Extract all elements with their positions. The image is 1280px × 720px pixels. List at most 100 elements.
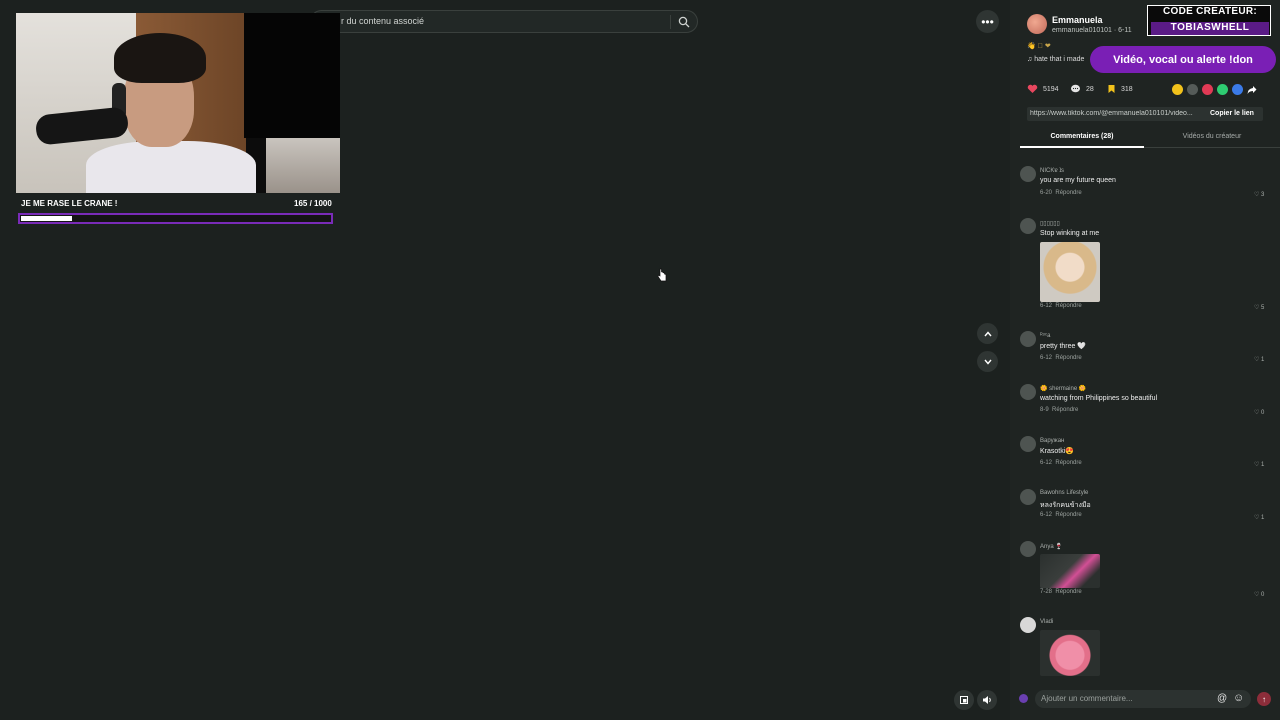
save-count: 318 [1121, 85, 1133, 93]
comment-avatar[interactable] [1020, 617, 1036, 633]
comment-like[interactable]: ♡ 1 [1254, 461, 1264, 468]
search-input[interactable]: r du contenu associé [341, 16, 424, 26]
comment-like[interactable]: ♡ 5 [1254, 304, 1264, 311]
chevron-up-icon [983, 330, 992, 336]
comment-like[interactable]: ♡ 1 [1254, 356, 1264, 363]
comment-username[interactable]: 🌼 shermaine 🌼 [1040, 385, 1086, 392]
comment-meta: 6-20 Répondre [1040, 190, 1082, 196]
previous-video-button[interactable] [977, 323, 998, 344]
comment-sticker-image[interactable] [1040, 242, 1100, 302]
comment-like-count: 0 [1261, 592, 1265, 598]
caption-emojis: 👋 🏻 ❤ [1027, 43, 1051, 50]
comment-username[interactable]: Vladi [1040, 619, 1053, 625]
coin-share-icon[interactable] [1172, 84, 1183, 95]
picture-in-picture-button[interactable] [954, 690, 974, 710]
panel-tabs: Commentaires (28) Vidéos du créateur [1020, 128, 1280, 148]
comment-like-count: 0 [1261, 410, 1265, 416]
video-link-box: https://www.tiktok.com/@emmanuela010101/… [1027, 107, 1263, 121]
reply-button[interactable]: Répondre [1055, 512, 1081, 518]
comment-like-count: 5 [1261, 305, 1265, 311]
screen: r du contenu associé ••• JE ME RASE LE C… [0, 0, 1280, 720]
reply-button[interactable]: Répondre [1055, 460, 1081, 466]
comment-avatar[interactable] [1020, 166, 1036, 182]
reply-button[interactable]: Répondre [1055, 589, 1081, 595]
author-handle: emmanuela010101 · 6-11 [1052, 27, 1132, 34]
volume-button[interactable] [977, 690, 997, 710]
mention-icon[interactable]: @ [1217, 693, 1227, 704]
send-icon[interactable] [1202, 84, 1213, 95]
comment-date: 6-12 [1040, 355, 1053, 361]
comment-username[interactable]: Anya 🍷 [1040, 543, 1063, 550]
comment-avatar[interactable] [1020, 331, 1036, 347]
author-avatar[interactable] [1027, 14, 1047, 34]
copy-link-button[interactable]: Copier le lien [1210, 110, 1254, 117]
goal-progress-fill [21, 216, 72, 221]
author-name[interactable]: Emmanuela [1052, 15, 1103, 25]
comment-stat[interactable]: 28 [1070, 84, 1094, 94]
comment-avatar[interactable] [1020, 218, 1036, 234]
whatsapp-icon[interactable] [1217, 84, 1228, 95]
comment-date: 8-9 [1040, 407, 1049, 413]
more-options-button[interactable]: ••• [976, 10, 999, 33]
post-comment-button[interactable]: ↑ [1257, 692, 1271, 706]
comment-like-count: 1 [1261, 515, 1265, 521]
goal-count: 165 / 1000 [294, 199, 332, 208]
comment-avatar[interactable] [1020, 384, 1036, 400]
comment-date: 6-20 [1040, 190, 1053, 196]
music-title[interactable]: ♫ hate that i made [1027, 56, 1084, 63]
related-content-search[interactable]: r du contenu associé [310, 10, 698, 33]
search-divider [670, 15, 671, 29]
comment-date: 6-12 [1040, 460, 1053, 466]
donation-alert-banner: Vidéo, vocal ou alerte !don [1090, 46, 1276, 73]
comment-username[interactable]: Варужан [1040, 438, 1064, 444]
emoji-icon[interactable]: ☺ [1233, 692, 1244, 704]
embed-icon[interactable] [1187, 84, 1198, 95]
comment-like[interactable]: ♡ 0 [1254, 591, 1264, 598]
goal-progress-bar [18, 213, 333, 224]
comment-sticker-image[interactable] [1040, 554, 1100, 588]
comment-meta: 6-12 Répondre [1040, 355, 1082, 361]
active-tab-indicator [1020, 146, 1144, 148]
current-user-avatar [1019, 694, 1028, 703]
goal-label: JE ME RASE LE CRANE ! [21, 199, 118, 208]
comment-username[interactable]: ᴿᵒᶜa [1040, 333, 1050, 339]
reply-button[interactable]: Répondre [1055, 303, 1081, 309]
next-video-button[interactable] [977, 351, 998, 372]
tab-comments[interactable]: Commentaires (28) [1020, 133, 1144, 140]
comment-like[interactable]: ♡ 0 [1254, 409, 1264, 416]
tab-creator-videos[interactable]: Vidéos du créateur [1144, 133, 1280, 140]
comment-username[interactable]: ▯▯▯▯▯▯ [1040, 220, 1060, 227]
comment-like[interactable]: ♡ 1 [1254, 514, 1264, 521]
comment-text: Stop winking at me [1040, 230, 1100, 237]
comment-username[interactable]: Bawohns Lifestyle [1040, 490, 1088, 496]
comment-bubble-icon [1071, 84, 1080, 93]
comment-text: you are my future queen [1040, 177, 1116, 184]
reply-button[interactable]: Répondre [1055, 190, 1081, 196]
video-link-url[interactable]: https://www.tiktok.com/@emmanuela010101/… [1030, 110, 1200, 117]
reply-button[interactable]: Répondre [1055, 355, 1081, 361]
comment-meta: 6-12 Répondre [1040, 512, 1082, 518]
facebook-icon[interactable] [1232, 84, 1243, 95]
ellipsis-icon: ••• [981, 14, 994, 29]
comment-text: pretty three 🤍 [1040, 343, 1087, 350]
save-stat[interactable]: 318 [1107, 84, 1133, 94]
comment-avatar[interactable] [1020, 436, 1036, 452]
search-icon[interactable] [678, 16, 690, 28]
creator-code-value: TOBIASWHELL [1151, 22, 1269, 35]
comment-avatar[interactable] [1020, 541, 1036, 557]
like-stat[interactable]: 5194 [1027, 84, 1059, 94]
streamer-webcam [16, 13, 340, 193]
reply-button[interactable]: Répondre [1052, 407, 1078, 413]
comment-avatar[interactable] [1020, 489, 1036, 505]
comment-sticker-image[interactable] [1040, 630, 1100, 676]
comment-text: หลงรักคนข้างมือ [1040, 502, 1091, 509]
like-count: 5194 [1043, 85, 1059, 93]
comment-like-count: 1 [1261, 357, 1265, 363]
comment-date: 6-12 [1040, 303, 1053, 309]
comment-username[interactable]: NICKɐ ʇs [1040, 168, 1064, 174]
comment-meta: 8-9 Répondre [1040, 407, 1078, 413]
comment-like[interactable]: ♡ 3 [1254, 191, 1264, 198]
comment-meta: 6-12 Répondre [1040, 460, 1082, 466]
heart-icon [1027, 84, 1038, 93]
share-arrow-icon[interactable] [1247, 85, 1257, 95]
